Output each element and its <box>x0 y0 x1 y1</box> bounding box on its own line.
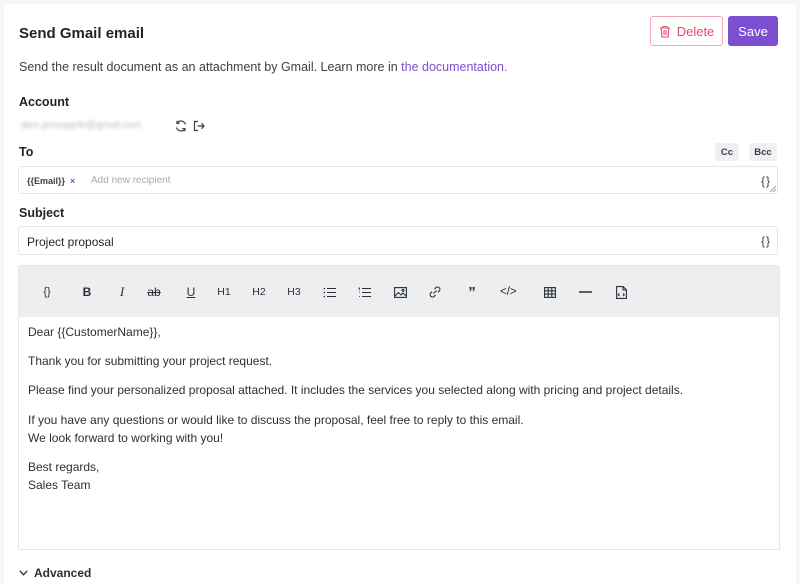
refresh-icon[interactable] <box>174 119 188 133</box>
advanced-label: Advanced <box>34 566 92 580</box>
bullet-list-icon[interactable] <box>321 283 337 301</box>
resize-handle-icon[interactable] <box>770 186 776 192</box>
body-line: Please find your personalized proposal a… <box>28 383 684 397</box>
save-button[interactable]: Save <box>728 16 778 46</box>
italic-icon[interactable]: I <box>114 283 130 301</box>
variable-icon[interactable]: {} <box>39 283 55 301</box>
bcc-button[interactable]: Bcc <box>749 143 777 161</box>
recipients-field[interactable]: {{Email}} × Add new recipient {} <box>18 166 778 194</box>
ordered-list-icon[interactable] <box>356 283 372 301</box>
heading3-icon[interactable]: H3 <box>286 283 302 301</box>
subject-field[interactable]: Project proposal {} <box>18 226 778 255</box>
table-icon[interactable] <box>542 283 558 301</box>
gmail-action-panel: Send Gmail email Delete Save Send the re… <box>4 4 796 584</box>
trash-icon <box>659 25 670 38</box>
description: Send the result document as an attachmen… <box>19 60 507 74</box>
heading2-icon[interactable]: H2 <box>251 283 267 301</box>
body-line: Dear {{CustomerName}}, <box>28 325 161 339</box>
cc-button[interactable]: Cc <box>715 143 739 161</box>
subject-label: Subject <box>19 206 65 220</box>
documentation-link[interactable]: the documentation. <box>401 60 507 74</box>
body-line: If you have any questions or would like … <box>28 413 524 427</box>
subject-variable-icon[interactable]: {} <box>761 234 771 248</box>
delete-button[interactable]: Delete <box>650 16 723 46</box>
body-line: Thank you for submitting your project re… <box>28 354 273 368</box>
editor-toolbar: {} B I ab U H1 H2 H3 ” </> <box>18 265 780 317</box>
recipient-tag-label: {{Email}} <box>27 176 66 186</box>
subject-input[interactable]: Project proposal <box>27 235 114 249</box>
account-label: Account <box>19 95 69 109</box>
recipient-input-placeholder[interactable]: Add new recipient <box>91 175 171 186</box>
chevron-down-icon <box>19 570 28 576</box>
body-line: Best regards, <box>28 460 100 474</box>
account-email: alex.pmsappfe@gmail.com <box>21 120 142 131</box>
body-line: We look forward to working with you! <box>28 431 224 445</box>
recipient-tag: {{Email}} × <box>27 175 75 187</box>
to-label: To <box>19 145 34 159</box>
underline-icon[interactable]: U <box>183 283 199 301</box>
body-line: Sales Team <box>28 478 91 492</box>
email-body-editor[interactable]: Dear {{CustomerName}}, Thank you for sub… <box>18 317 780 550</box>
advanced-toggle[interactable]: Advanced <box>19 566 91 580</box>
delete-button-label: Delete <box>676 23 715 39</box>
image-icon[interactable] <box>392 283 408 301</box>
logout-icon[interactable] <box>192 119 206 133</box>
page-title: Send Gmail email <box>19 25 145 42</box>
page-break-icon[interactable] <box>613 283 629 301</box>
bold-icon[interactable]: B <box>79 283 95 301</box>
link-icon[interactable] <box>427 283 443 301</box>
strikethrough-icon[interactable]: ab <box>146 283 162 301</box>
remove-tag-icon[interactable]: × <box>70 176 75 186</box>
heading1-icon[interactable]: H1 <box>216 283 232 301</box>
code-icon[interactable]: </> <box>500 283 517 301</box>
horizontal-rule-icon[interactable] <box>577 283 593 301</box>
quote-icon[interactable]: ” <box>464 283 480 301</box>
description-text: Send the result document as an attachmen… <box>19 60 402 74</box>
